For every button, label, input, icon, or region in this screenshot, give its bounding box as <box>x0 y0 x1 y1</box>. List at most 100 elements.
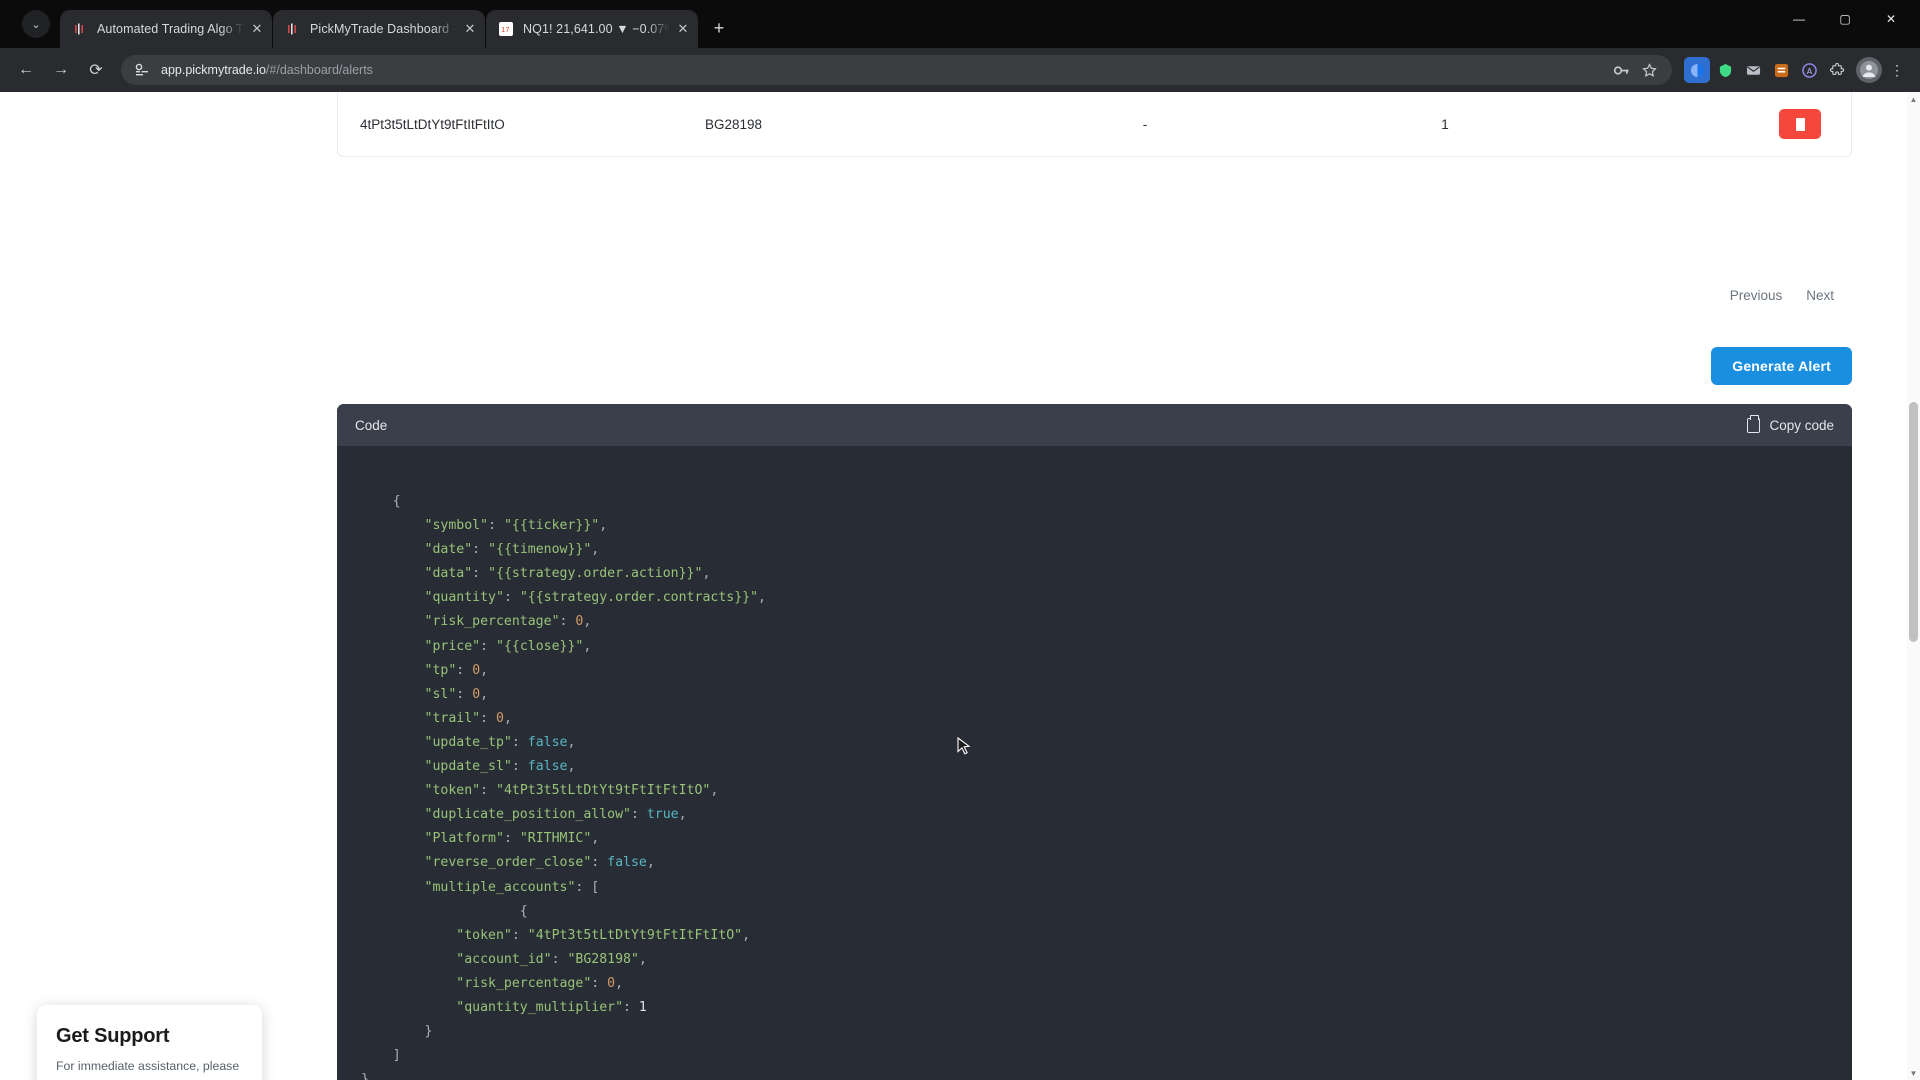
code-token: "account_id" <box>456 951 552 967</box>
chart-bars-icon <box>285 21 301 37</box>
browser-tab-1[interactable]: PickMyTrade Dashboard - Mana ✕ <box>273 10 485 48</box>
code-panel: Code Copy code { "symbol": "{{ticker}}",… <box>337 404 1852 1080</box>
code-token: "price" <box>424 638 481 654</box>
tab-search-chevron-icon[interactable]: ⌄ <box>22 10 50 38</box>
code-token: : <box>456 686 473 702</box>
reload-icon[interactable]: ⟳ <box>80 54 112 86</box>
code-token: , <box>503 710 512 726</box>
page-scrollbar[interactable]: ▲ ▼ <box>1907 92 1920 1080</box>
code-token: , <box>583 614 592 630</box>
code-panel-body[interactable]: { "symbol": "{{ticker}}", "date": "{{tim… <box>337 446 1852 1080</box>
tab-close-icon[interactable]: ✕ <box>248 20 266 38</box>
code-token: 0 <box>472 662 481 678</box>
url-text: app.pickmytrade.io/#/dashboard/alerts <box>161 63 1608 77</box>
password-key-icon[interactable] <box>1608 57 1634 83</box>
code-panel-title: Code <box>355 417 388 433</box>
code-token: { <box>519 903 528 919</box>
svg-text:A: A <box>1806 66 1812 75</box>
scrollbar-thumb[interactable] <box>1909 402 1918 642</box>
extension-puzzle-icon[interactable] <box>1824 57 1850 83</box>
tab-close-icon[interactable]: ✕ <box>461 20 479 38</box>
code-token: false <box>527 759 568 775</box>
code-token: "duplicate_position_allow" <box>424 807 631 823</box>
tradingview-icon: 17 <box>498 21 514 37</box>
url-path: /#/dashboard/alerts <box>265 63 373 77</box>
tab-title: Automated Trading Algo Tradin <box>97 22 244 36</box>
avatar[interactable] <box>1856 57 1882 83</box>
code-token: : <box>456 662 473 678</box>
window-close-button[interactable]: ✕ <box>1868 0 1914 38</box>
browser-window: ⌄ Automated Trading Algo Tradin ✕ P <box>0 0 1920 1080</box>
code-panel-header: Code Copy code <box>337 404 1852 446</box>
code-token: "quantity_multiplier" <box>456 999 624 1015</box>
delete-row-button[interactable] <box>1779 109 1821 139</box>
browser-menu-icon[interactable]: ⋮ <box>1884 55 1910 85</box>
code-token: , <box>742 927 751 943</box>
star-icon[interactable] <box>1636 57 1662 83</box>
code-token: "symbol" <box>424 518 489 534</box>
code-token: "update_sl" <box>424 759 512 775</box>
browser-tab-2[interactable]: 17 NQ1! 21,641.00 ▼ −0.07% Unna ✕ <box>486 10 698 48</box>
left-column <box>0 92 337 1080</box>
code-token: } <box>361 1072 369 1080</box>
code-token: : <box>480 710 496 726</box>
cell-actions <box>1595 109 1829 139</box>
tab-strip: ⌄ Automated Trading Algo Tradin ✕ P <box>0 0 1920 48</box>
code-token: "sl" <box>424 686 457 702</box>
scroll-down-arrow[interactable]: ▼ <box>1907 1066 1920 1080</box>
code-token: , <box>480 686 489 702</box>
browser-tab-0[interactable]: Automated Trading Algo Tradin ✕ <box>60 10 272 48</box>
code-token: , <box>702 566 711 582</box>
window-maximize-button[interactable]: ▢ <box>1822 0 1868 38</box>
code-token: , <box>758 590 766 606</box>
code-token: false <box>607 855 647 871</box>
code-token: : <box>503 590 520 606</box>
code-token: "trail" <box>424 710 481 726</box>
copy-code-button[interactable]: Copy code <box>1747 414 1834 433</box>
generate-alert-button[interactable]: Generate Alert <box>1711 347 1852 385</box>
code-token: "tp" <box>424 662 457 678</box>
extension-icon-3[interactable] <box>1740 57 1766 83</box>
tab-title: NQ1! 21,641.00 ▼ −0.07% Unna <box>523 22 670 36</box>
code-token: [ <box>591 879 600 895</box>
code-token: : <box>472 542 489 558</box>
extension-icon-5[interactable]: A <box>1796 57 1822 83</box>
cell-token: 4tPt3t5tLtDtYt9tFtItFtItO <box>360 116 505 132</box>
code-token: "4tPt3t5tLtDtYt9tFtItFtItO" <box>527 927 743 943</box>
code-token: : <box>575 879 592 895</box>
address-bar[interactable]: app.pickmytrade.io/#/dashboard/alerts <box>121 55 1672 85</box>
code-token: false <box>527 734 568 750</box>
next-page-button[interactable]: Next <box>1796 282 1844 309</box>
code-token: , <box>583 638 592 654</box>
forward-icon[interactable]: → <box>45 54 77 86</box>
copy-code-label: Copy code <box>1769 417 1834 433</box>
scroll-up-arrow[interactable]: ▲ <box>1907 92 1920 106</box>
new-tab-button[interactable]: + <box>705 14 733 42</box>
code-token: : <box>623 999 639 1015</box>
tab-close-icon[interactable]: ✕ <box>674 20 692 38</box>
code-token: : <box>503 831 520 847</box>
window-minimize-button[interactable]: — <box>1776 0 1822 38</box>
code-token: "Platform" <box>424 831 504 847</box>
extension-icon-2[interactable] <box>1712 57 1738 83</box>
extension-icon-1[interactable] <box>1684 57 1710 83</box>
previous-page-button[interactable]: Previous <box>1719 282 1793 309</box>
code-token: , <box>567 734 576 750</box>
code-token: : <box>472 566 489 582</box>
code-token: : <box>591 855 608 871</box>
code-token: , <box>615 975 624 991</box>
extension-icon-4[interactable] <box>1768 57 1794 83</box>
code-token: : <box>488 518 504 534</box>
window-controls: — ▢ ✕ <box>1776 0 1914 48</box>
code-content: { "symbol": "{{ticker}}", "date": "{{tim… <box>337 490 1852 1080</box>
permissions-icon[interactable] <box>133 61 151 79</box>
code-token: : <box>591 975 608 991</box>
table-row[interactable]: 4tPt3t5tLtDtYt9tFtItFtItO BG28198 - 1 <box>338 92 1851 156</box>
code-token: , <box>567 759 576 775</box>
code-token: true <box>646 807 679 823</box>
code-token: "{{strategy.order.action}}" <box>488 566 703 582</box>
pagination: Previous Next <box>1719 282 1844 309</box>
back-icon[interactable]: ← <box>10 54 42 86</box>
code-token: "{{strategy.order.contracts}}" <box>519 590 759 606</box>
code-token: "{{ticker}}" <box>503 518 600 534</box>
